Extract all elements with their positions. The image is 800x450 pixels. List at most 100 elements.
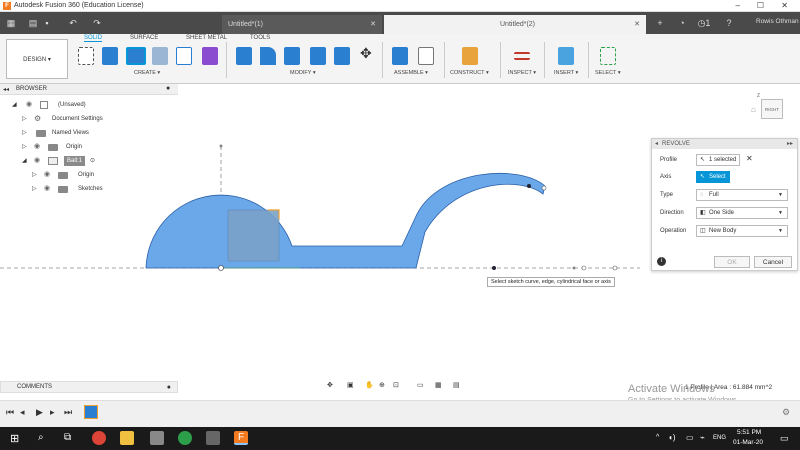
app-icon[interactable] [178, 431, 192, 445]
grid-menu-icon[interactable]: ▦ [6, 18, 16, 28]
sketch-rectangle[interactable] [227, 209, 280, 262]
action-center-icon[interactable]: ▭ [780, 433, 789, 444]
clock-date[interactable]: 01-Mar-20 [733, 439, 763, 446]
fillet-icon[interactable] [260, 47, 276, 65]
axis-selector[interactable]: ↖ Select [696, 171, 730, 183]
close-window-icon[interactable]: ✕ [781, 1, 788, 10]
view-cube[interactable]: RIGHT Z ⌂ [751, 93, 785, 123]
new-component-icon[interactable] [392, 47, 408, 65]
insert-menu[interactable]: INSERT ▾ [554, 70, 578, 76]
sweep-icon[interactable] [152, 47, 168, 65]
create-menu[interactable]: CREATE ▾ [134, 70, 160, 76]
undo-icon[interactable]: ↶ [68, 18, 78, 28]
tab-solid[interactable]: SOLID [84, 35, 103, 42]
press-pull-icon[interactable] [236, 47, 252, 65]
go-to-start-icon[interactable]: ⏮ [6, 407, 14, 418]
view-cube-face-right[interactable]: RIGHT [761, 99, 783, 119]
tray-chevron-icon[interactable]: ^ [656, 434, 659, 441]
expand-dialog-icon[interactable]: ▸▸ [787, 139, 793, 149]
user-name[interactable]: Rowis Othman [756, 18, 799, 25]
operation-dropdown[interactable]: ◫ New Body ▼ [696, 225, 788, 237]
home-view-icon[interactable]: ⌂ [751, 105, 756, 114]
sketch-point[interactable] [219, 144, 223, 148]
timeline-sketch-icon[interactable] [84, 405, 98, 419]
save-icon[interactable]: ▪ [42, 18, 52, 28]
modify-menu[interactable]: MODIFY ▾ [290, 70, 316, 76]
combine-icon[interactable] [334, 47, 350, 65]
clear-selection-icon[interactable]: ✕ [746, 154, 753, 163]
photos-icon[interactable] [206, 431, 220, 445]
fusion-360-taskbar-icon[interactable]: F [234, 431, 248, 445]
measure-icon[interactable] [514, 52, 530, 60]
look-at-icon[interactable]: ▣ [347, 381, 354, 389]
sketch-point[interactable] [612, 265, 618, 271]
sketch-point[interactable] [572, 266, 576, 270]
box-icon[interactable] [202, 47, 218, 65]
inspect-menu[interactable]: INSPECT ▾ [508, 70, 536, 76]
new-tab-icon[interactable]: + [655, 18, 665, 28]
zoom-icon[interactable]: ⊕ [379, 381, 385, 389]
notifications-icon[interactable]: ◷1 [696, 18, 712, 28]
sketch-point[interactable] [541, 185, 547, 191]
sketch-point[interactable] [581, 265, 587, 271]
file-explorer-icon[interactable] [120, 431, 134, 445]
selected-profile[interactable] [145, 172, 546, 269]
sketch-point[interactable] [492, 266, 496, 270]
pan-icon[interactable]: ✋ [365, 381, 374, 389]
language-indicator[interactable]: ENG [713, 435, 726, 441]
paint-icon[interactable] [150, 431, 164, 445]
tab-untitled-1[interactable]: Untitled*(1) ✕ [222, 15, 382, 34]
play-icon[interactable]: ▶ [36, 407, 43, 418]
windows-start-icon[interactable]: ⊞ [10, 432, 19, 445]
move-icon[interactable]: ✥ [360, 45, 372, 62]
grid-settings-icon[interactable]: ▦ [435, 381, 442, 389]
help-icon[interactable]: ? [724, 18, 734, 28]
job-status-icon[interactable]: ◔ [677, 18, 687, 28]
orbit-icon[interactable]: ✥ [327, 381, 333, 389]
profile-selector[interactable]: ↖ 1 selected [696, 154, 740, 166]
offset-plane-icon[interactable] [462, 47, 478, 65]
tab-sheet-metal[interactable]: SHEET METAL [186, 35, 227, 41]
display-settings-icon[interactable]: ▭ [417, 381, 424, 389]
close-tab-icon[interactable]: ✕ [370, 15, 376, 34]
step-forward-icon[interactable]: ▸ [50, 407, 55, 418]
loft-icon[interactable] [176, 47, 192, 65]
cancel-button[interactable]: Cancel [754, 256, 792, 268]
tab-untitled-2[interactable]: Untitled*(2) ✕ [384, 15, 646, 34]
assemble-menu[interactable]: ASSEMBLE ▾ [394, 70, 428, 76]
go-to-end-icon[interactable]: ⏭ [64, 407, 72, 418]
tab-tools[interactable]: TOOLS [250, 35, 270, 41]
direction-dropdown[interactable]: ◧ One Side ▼ [696, 207, 788, 219]
extrude-icon[interactable] [102, 47, 118, 65]
fit-icon[interactable]: ⊡ [393, 381, 399, 389]
close-tab-icon[interactable]: ✕ [634, 15, 640, 34]
construct-menu[interactable]: CONSTRUCT ▾ [450, 70, 489, 76]
network-icon[interactable]: ▭ [686, 433, 694, 442]
workspace-switcher[interactable]: DESIGN ▾ [6, 39, 68, 79]
joint-icon[interactable] [418, 47, 434, 65]
select-icon[interactable] [600, 47, 616, 65]
volume-icon[interactable]: ◖) [668, 433, 676, 442]
shell-icon[interactable] [310, 47, 326, 65]
design-canvas[interactable] [0, 84, 650, 384]
minimize-icon[interactable]: – [736, 1, 740, 10]
task-view-icon[interactable]: ⧉ [64, 432, 71, 443]
insert-image-icon[interactable] [558, 47, 574, 65]
file-menu-icon[interactable]: ▤ [28, 18, 38, 28]
maximize-icon[interactable]: ☐ [757, 1, 764, 10]
battery-icon[interactable]: ⌁ [700, 433, 705, 442]
tab-surface[interactable]: SURFACE [130, 35, 158, 41]
info-icon[interactable]: i [657, 257, 666, 266]
chamfer-icon[interactable] [284, 47, 300, 65]
select-menu[interactable]: SELECT ▾ [595, 70, 621, 76]
chrome-icon[interactable] [92, 431, 106, 445]
viewports-icon[interactable]: ▤ [453, 381, 460, 389]
origin-point[interactable] [218, 265, 224, 271]
step-back-icon[interactable]: ◂ [20, 407, 25, 418]
comments-pin-icon[interactable]: ● [167, 382, 171, 393]
search-icon[interactable]: ⌕ [38, 432, 44, 443]
clock-time[interactable]: 5:51 PM [737, 429, 761, 436]
sketch-point[interactable] [527, 184, 531, 188]
create-sketch-icon[interactable] [78, 47, 94, 65]
ok-button[interactable]: OK [714, 256, 750, 268]
